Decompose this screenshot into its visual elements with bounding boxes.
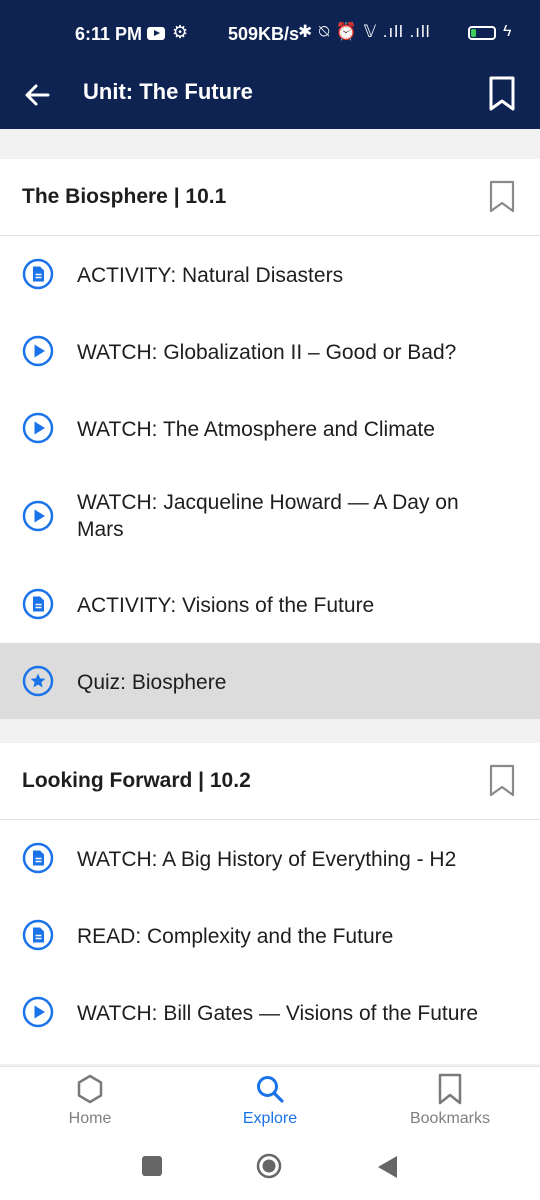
system-back-button[interactable] (376, 1155, 398, 1179)
lesson-row[interactable]: WATCH: The Atmosphere and Climate (0, 390, 540, 467)
lesson-label: WATCH: Globalization II – Good or Bad? (77, 341, 457, 364)
lesson-row[interactable]: WATCH: Bill Gates — Visions of the Futur… (0, 974, 540, 1064)
nav-bookmarks-label: Bookmarks (409, 1110, 491, 1127)
section-header: The Biosphere | 10.1 (0, 159, 540, 236)
status-bar: 6:11 PM ⚙ 509KB/s ✱ ⍉ ⏰ 𝕍 .ıll .ıll 23 ϟ (0, 0, 540, 70)
play-icon (22, 335, 54, 367)
battery-icon: 23 (468, 26, 496, 40)
document-icon (22, 588, 54, 620)
charging-icon: ϟ (503, 23, 512, 40)
nav-home[interactable]: Home (0, 1067, 180, 1137)
section-title: Looking Forward | 10.2 (22, 769, 251, 792)
lesson-label: Quiz: Biosphere (77, 671, 227, 694)
section-bookmark-icon[interactable] (489, 180, 515, 214)
settings-notification-icon: ⚙ (172, 22, 189, 42)
nav-bookmarks[interactable]: Bookmarks (360, 1067, 540, 1137)
play-icon (22, 996, 54, 1028)
lesson-label: READ: Complexity and the Future (77, 925, 394, 948)
play-icon (22, 500, 54, 532)
section-title: The Biosphere | 10.1 (22, 185, 227, 208)
document-icon (22, 258, 54, 290)
lesson-row[interactable]: WATCH: Jacqueline Howard — A Day on Mars (0, 467, 540, 566)
system-navigation-bar (0, 1136, 540, 1200)
lesson-label: WATCH: Jacqueline Howard — A Day on Mars (77, 491, 459, 541)
lesson-row[interactable]: WATCH: Globalization II – Good or Bad? (0, 313, 540, 390)
app-bar: Unit: The Future (0, 70, 540, 129)
unit-section: Looking Forward | 10.2 WATCH: A Big Histo… (0, 743, 540, 1064)
back-arrow-icon[interactable] (22, 74, 56, 116)
lesson-label: ACTIVITY: Visions of the Future (77, 594, 375, 617)
lesson-row[interactable]: ACTIVITY: Natural Disasters (0, 236, 540, 313)
youtube-notification-icon (147, 27, 165, 40)
play-icon (22, 412, 54, 444)
bottom-navigation: Home Explore Bookmarks (0, 1066, 540, 1137)
hexagon-home-icon (77, 1074, 103, 1104)
search-icon (257, 1076, 284, 1103)
network-speed: 509KB/s (228, 24, 300, 44)
nav-home-label: Home (68, 1110, 112, 1127)
lesson-row[interactable]: WATCH: A Big History of Everything - H2 (0, 820, 540, 897)
bookmark-icon[interactable] (488, 74, 516, 114)
bookmark-icon (438, 1073, 462, 1105)
nav-explore-label: Explore (242, 1110, 298, 1127)
nav-explore[interactable]: Explore (180, 1067, 360, 1137)
section-header: Looking Forward | 10.2 (0, 743, 540, 820)
unit-section: The Biosphere | 10.1 ACTIVITY: Natural Di… (0, 159, 540, 719)
lesson-label: WATCH: A Big History of Everything - H2 (77, 848, 457, 871)
lesson-row[interactable]: Quiz: Biosphere (0, 643, 540, 719)
lesson-label: WATCH: Bill Gates — Visions of the Futur… (77, 1002, 479, 1025)
star-icon (22, 665, 54, 697)
document-icon (22, 919, 54, 951)
lesson-row[interactable]: READ: Complexity and the Future (0, 897, 540, 974)
page-title: Unit: The Future (83, 79, 253, 104)
battery-level: 23 (476, 27, 488, 38)
lesson-label: WATCH: The Atmosphere and Climate (77, 418, 435, 441)
home-button[interactable] (256, 1153, 282, 1179)
status-time: 6:11 PM (75, 24, 143, 44)
lesson-row[interactable]: ACTIVITY: Visions of the Future (0, 566, 540, 643)
status-icons: ✱ ⍉ ⏰ 𝕍 .ıll .ıll (298, 22, 431, 41)
document-icon (22, 842, 54, 874)
recents-button[interactable] (142, 1156, 162, 1176)
section-bookmark-icon[interactable] (489, 764, 515, 798)
lesson-label: ACTIVITY: Natural Disasters (77, 264, 344, 287)
